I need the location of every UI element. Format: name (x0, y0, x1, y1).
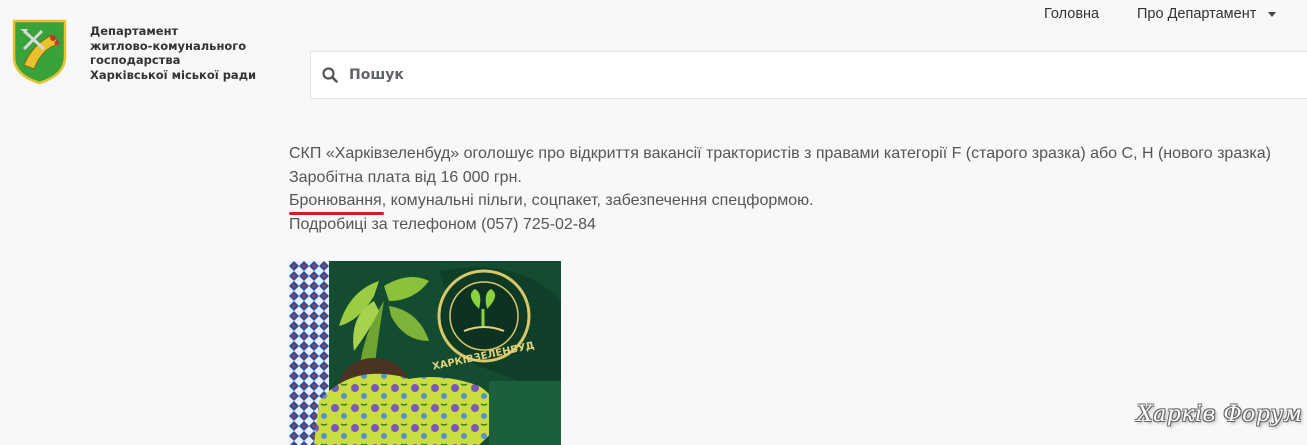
org-line: господарства (90, 53, 181, 67)
vacancy-announcement: СКП «Харківзеленбуд» оголошує про відкри… (289, 145, 1271, 162)
article-photo: ХАРКІВЗЕЛЕНБУД (289, 261, 561, 445)
benefits-text: Бронювання, комунальні пільги, соцпакет,… (289, 189, 1271, 213)
contact-phone-text: Подробиці за телефоном (057) 725-02-84 (289, 215, 596, 233)
search-bar (310, 51, 1307, 99)
chevron-down-icon (1268, 11, 1277, 17)
department-name: Департамент житлово-комунального господа… (90, 24, 280, 82)
nav-about-label: Про Департамент (1137, 6, 1257, 22)
salary-text: Заробітна плата від 16 000 грн. (289, 168, 522, 186)
org-line: Харківської міської ради (90, 67, 257, 82)
nav-about-dropdown[interactable]: Про Департамент (1137, 6, 1277, 22)
article-body: СКП «Харківзеленбуд» оголошує про відкри… (289, 142, 1271, 236)
search-input[interactable] (347, 59, 1251, 91)
search-icon (322, 67, 338, 83)
benefits-rest: , комунальні пільги, соцпакет, забезпече… (381, 192, 814, 209)
org-line: житлово-комунального (90, 38, 247, 53)
nav-home-link[interactable]: Головна (1044, 6, 1099, 22)
city-coat-of-arms-logo[interactable] (12, 19, 67, 85)
forum-watermark: Харків Форум (1137, 402, 1303, 427)
org-line: Департамент (90, 24, 179, 38)
highlighted-word: Бронювання (289, 192, 382, 209)
